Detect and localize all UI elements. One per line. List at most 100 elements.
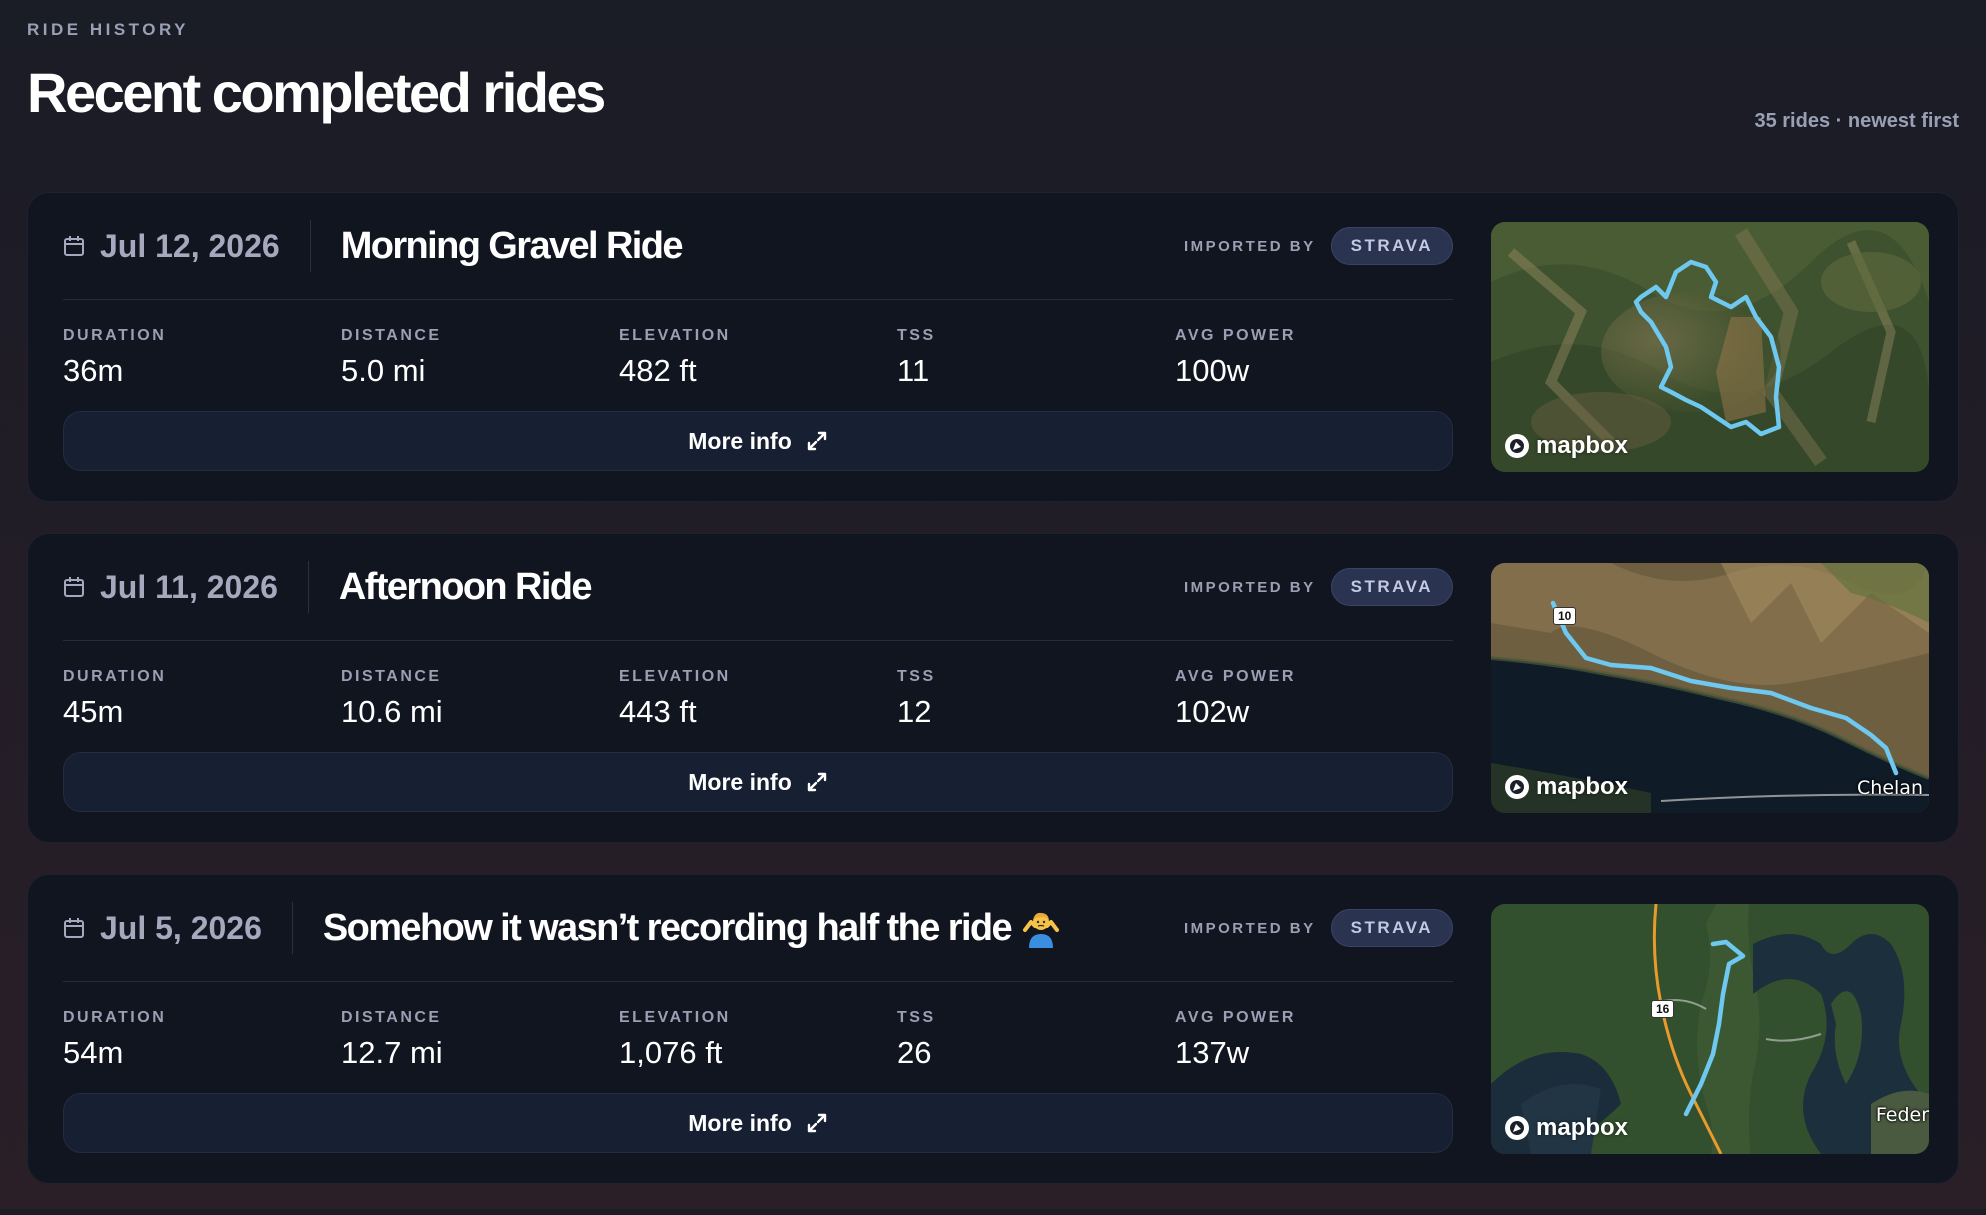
metric-label: AVG POWER (1175, 1009, 1296, 1026)
ride-date-group: Jul 5, 2026 (63, 902, 293, 954)
metric-value: 12 (897, 694, 932, 729)
metric-label: ELEVATION (619, 1009, 731, 1026)
metric-distance: DISTANCE 5.0 mi (341, 327, 442, 389)
strava-badge: STRAVA (1330, 227, 1453, 265)
import-source: IMPORTED BY STRAVA (1184, 227, 1453, 265)
page-title: Recent completed rides (27, 61, 606, 124)
mapbox-logo-icon (1503, 773, 1531, 801)
metric-label: TSS (897, 327, 936, 344)
ride-date: Jul 12, 2026 (100, 227, 280, 264)
metric-label: DISTANCE (341, 668, 442, 685)
ride-route-map[interactable]: 10 Chelan mapbox (1491, 563, 1929, 813)
metric-value: 102w (1175, 694, 1250, 729)
metric-value: 137w (1175, 1035, 1250, 1070)
ride-metrics: DURATION 45m DISTANCE 10.6 mi ELEVATION … (63, 668, 1453, 738)
metric-value: 54m (63, 1035, 124, 1070)
ride-card: Jul 12, 2026 Morning Gravel Ride IMPORTE… (27, 192, 1959, 502)
metric-avg-power: AVG POWER 102w (1175, 668, 1296, 730)
ride-count-summary: 35 rides · newest first (1754, 110, 1959, 132)
metric-label: DURATION (63, 1009, 167, 1026)
metric-label: TSS (897, 1009, 936, 1026)
expand-icon (806, 430, 828, 452)
imported-by-label: IMPORTED BY (1183, 919, 1316, 937)
metric-value: 443 ft (619, 694, 697, 729)
imported-by-label: IMPORTED BY (1183, 578, 1316, 596)
metric-value: 100w (1175, 353, 1250, 388)
strava-badge: STRAVA (1330, 568, 1453, 606)
ride-metrics: DURATION 54m DISTANCE 12.7 mi ELEVATION … (63, 1009, 1453, 1079)
expand-icon (806, 771, 828, 793)
metric-elevation: ELEVATION 443 ft (619, 668, 731, 730)
strava-badge: STRAVA (1330, 909, 1453, 947)
more-info-button[interactable]: More info (63, 411, 1453, 471)
mapbox-attribution[interactable]: mapbox (1503, 1114, 1628, 1142)
divider (63, 981, 1453, 982)
mapbox-wordmark: mapbox (1536, 432, 1629, 459)
ride-route-map[interactable]: mapbox (1491, 222, 1929, 472)
more-info-button[interactable]: More info (63, 1093, 1453, 1153)
metric-tss: TSS 26 (897, 1009, 936, 1071)
metric-duration: DURATION 36m (63, 327, 166, 389)
metric-tss: TSS 11 (897, 327, 936, 389)
metric-distance: DISTANCE 10.6 mi (341, 668, 443, 730)
expand-icon (806, 1112, 828, 1134)
ride-title: Morning Gravel Ride (340, 224, 684, 267)
mapbox-logo-icon (1503, 432, 1531, 460)
more-info-label: More info (688, 768, 792, 795)
import-source: IMPORTED BY STRAVA (1184, 568, 1453, 606)
divider (63, 299, 1453, 300)
metric-value: 10.6 mi (341, 694, 443, 729)
metric-elevation: ELEVATION 482 ft (619, 327, 731, 389)
ride-route-map[interactable]: 16 Feder mapbox (1491, 904, 1929, 1154)
ride-title: Somehow it wasn’t recording half the rid… (322, 906, 1013, 949)
metric-label: AVG POWER (1175, 668, 1296, 685)
metric-label: AVG POWER (1175, 327, 1296, 344)
person-shrugging-emoji-icon (1021, 908, 1061, 948)
calendar-icon (63, 235, 85, 257)
metric-tss: TSS 12 (897, 668, 936, 730)
more-info-label: More info (688, 1109, 792, 1136)
metric-elevation: ELEVATION 1,076 ft (619, 1009, 731, 1071)
metric-duration: DURATION 45m (63, 668, 166, 730)
metric-label: ELEVATION (619, 668, 731, 685)
calendar-icon (63, 576, 85, 598)
metric-duration: DURATION 54m (63, 1009, 166, 1071)
imported-by-label: IMPORTED BY (1183, 237, 1316, 255)
section-eyebrow: RIDE HISTORY (27, 20, 189, 39)
map-place-label: Chelan (1857, 777, 1923, 799)
ride-card-header: Jul 12, 2026 Morning Gravel Ride IMPORTE… (63, 220, 1453, 272)
ride-card-header: Jul 11, 2026 Afternoon Ride IMPORTED BY … (63, 561, 1453, 613)
ride-card-header: Jul 5, 2026 Somehow it wasn’t recording … (63, 902, 1453, 954)
metric-label: TSS (897, 668, 936, 685)
metric-label: DURATION (63, 668, 167, 685)
mapbox-wordmark: mapbox (1536, 773, 1629, 800)
ride-card: Jul 11, 2026 Afternoon Ride IMPORTED BY … (27, 533, 1959, 843)
metric-value: 482 ft (619, 353, 697, 388)
calendar-icon (63, 917, 85, 939)
highway-shield: 16 (1651, 1000, 1675, 1018)
mapbox-attribution[interactable]: mapbox (1503, 432, 1628, 460)
ride-date: Jul 11, 2026 (100, 568, 278, 605)
ride-date: Jul 5, 2026 (100, 909, 262, 946)
import-source: IMPORTED BY STRAVA (1184, 909, 1453, 947)
metric-value: 1,076 ft (619, 1035, 723, 1070)
metric-value: 45m (63, 694, 124, 729)
map-place-label: Feder (1875, 1104, 1929, 1126)
more-info-label: More info (688, 427, 792, 454)
mapbox-wordmark: mapbox (1536, 1114, 1629, 1141)
ride-title: Afternoon Ride (338, 565, 593, 608)
mapbox-attribution[interactable]: mapbox (1503, 773, 1628, 801)
metric-label: DISTANCE (341, 1009, 442, 1026)
more-info-button[interactable]: More info (63, 752, 1453, 812)
divider (63, 640, 1453, 641)
metric-distance: DISTANCE 12.7 mi (341, 1009, 443, 1071)
metric-value: 26 (897, 1035, 932, 1070)
ride-list: Jul 12, 2026 Morning Gravel Ride IMPORTE… (27, 192, 1959, 1215)
metric-avg-power: AVG POWER 100w (1175, 327, 1296, 389)
ride-date-group: Jul 12, 2026 (63, 220, 311, 272)
ride-date-group: Jul 11, 2026 (63, 561, 309, 613)
metric-avg-power: AVG POWER 137w (1175, 1009, 1296, 1071)
metric-label: DISTANCE (341, 327, 442, 344)
highway-shield: 10 (1553, 607, 1577, 625)
metric-label: DURATION (63, 327, 167, 344)
